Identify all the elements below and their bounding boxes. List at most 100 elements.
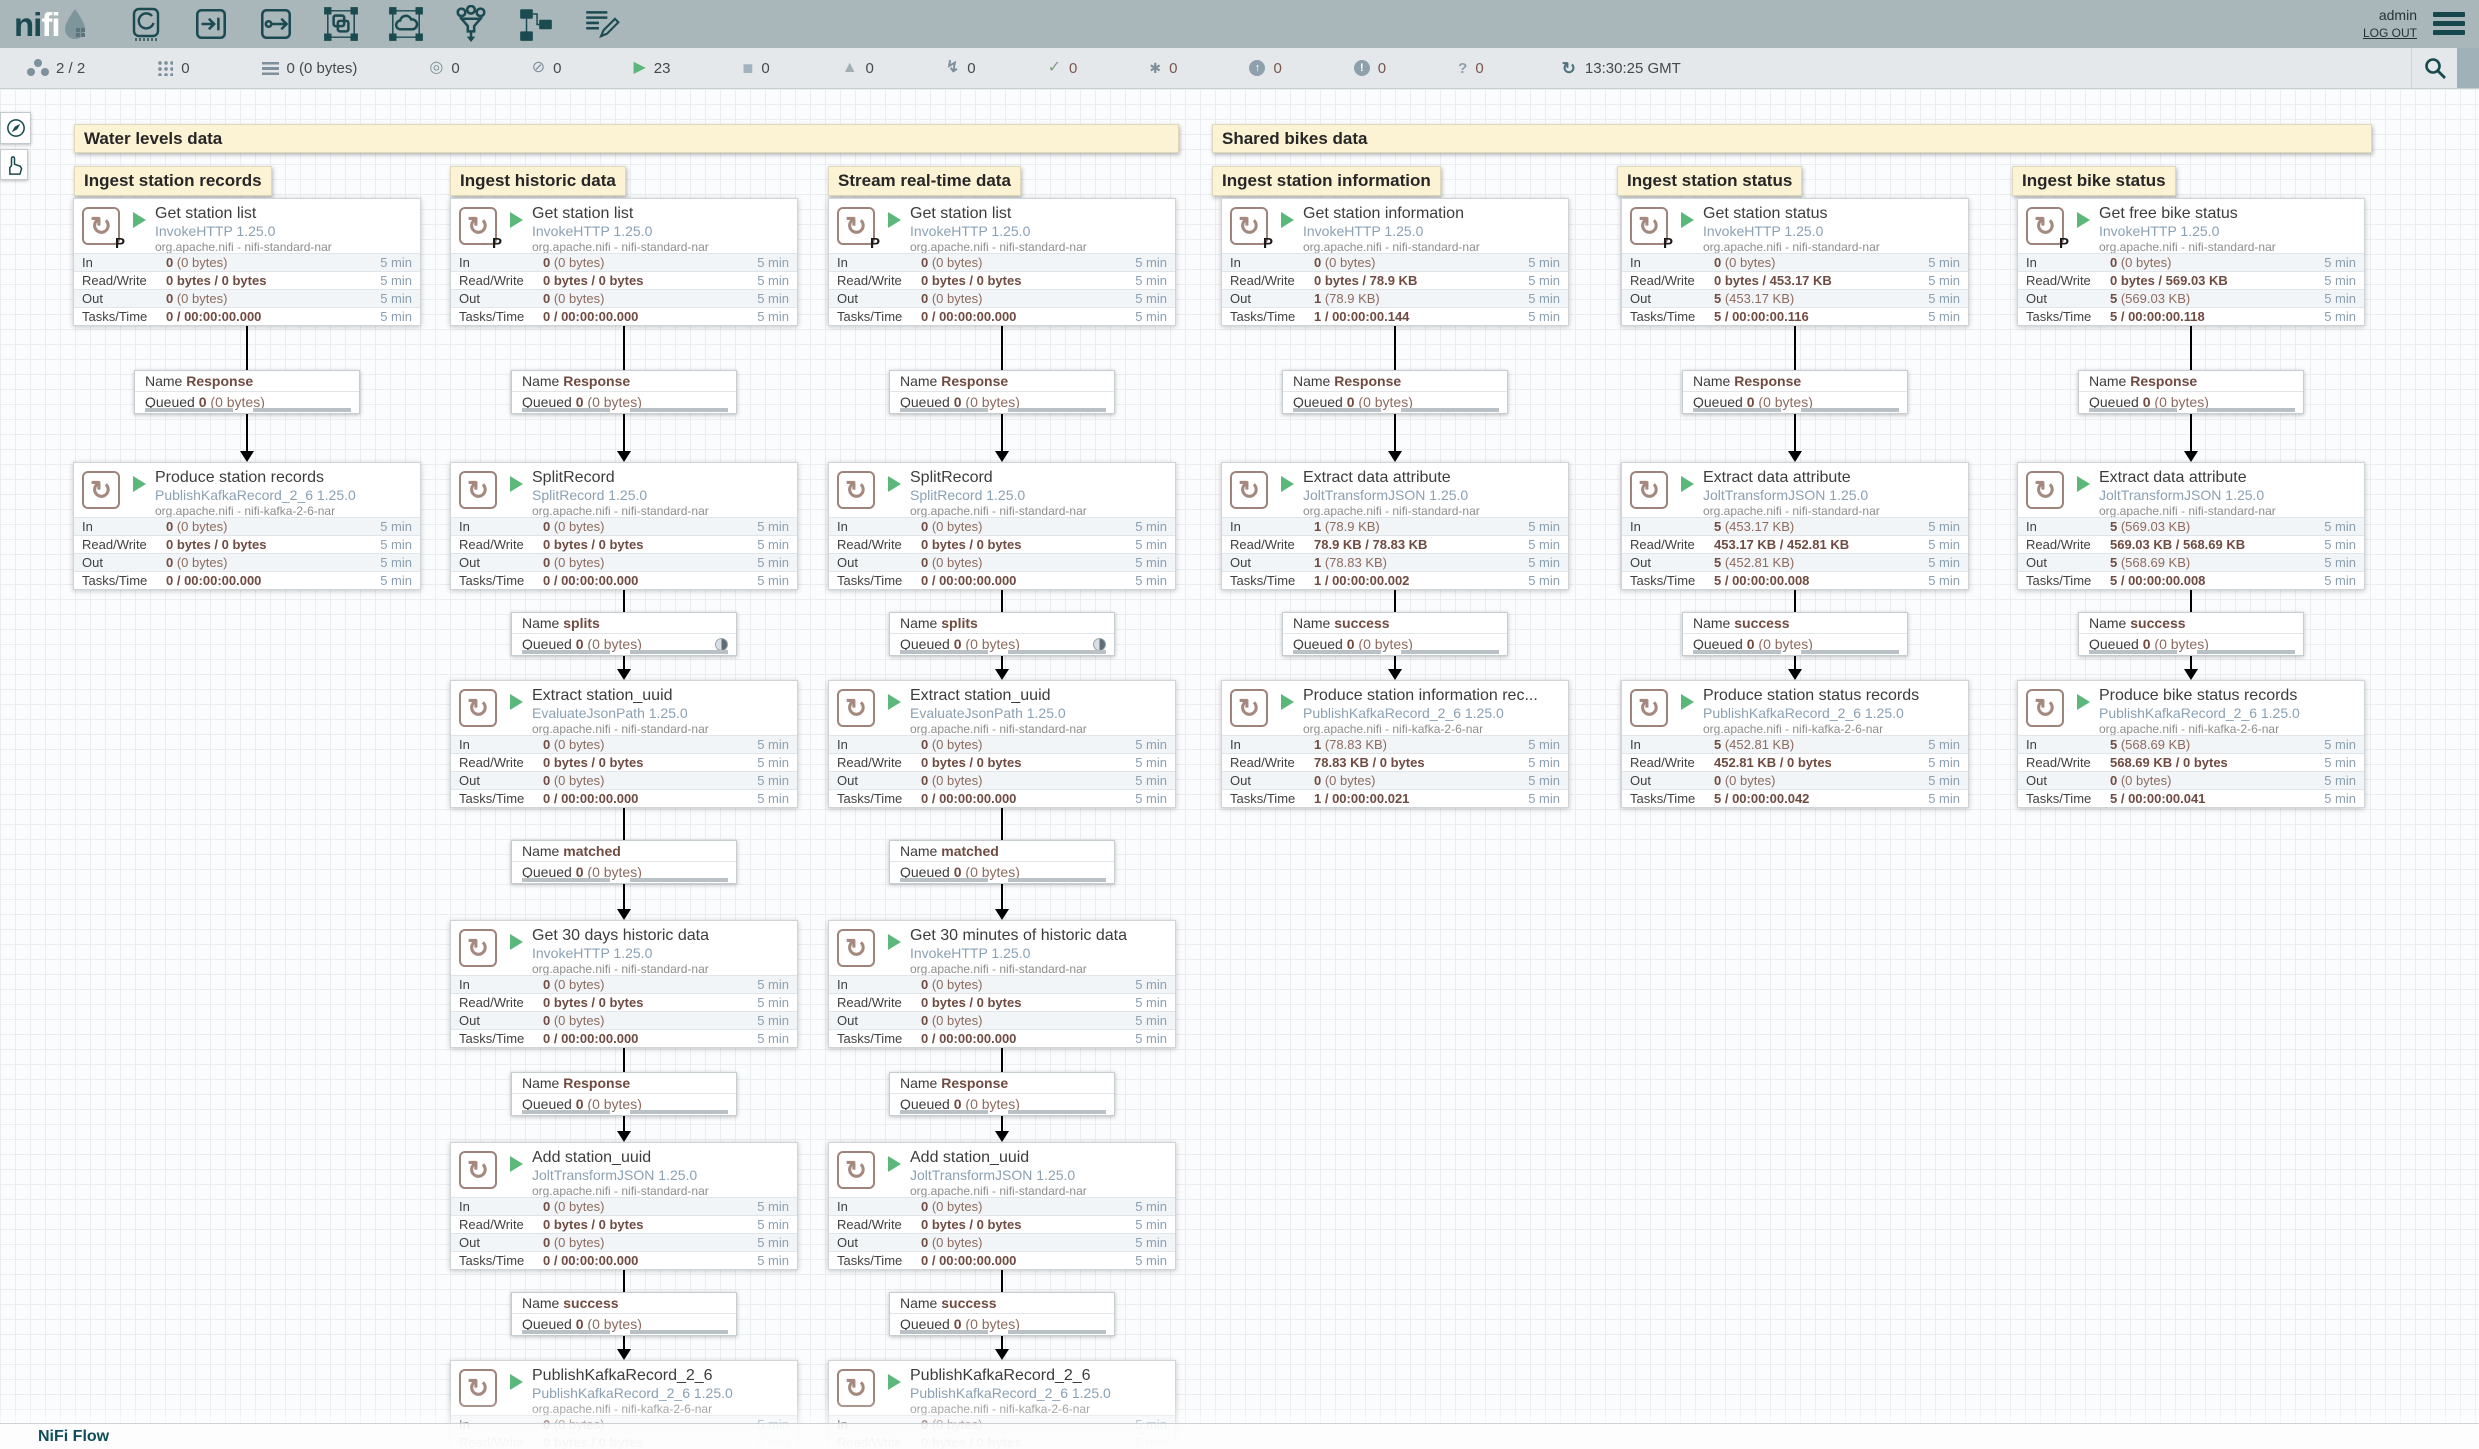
- flow-label[interactable]: Ingest station records: [74, 166, 272, 196]
- processor-node[interactable]: P Get free bike status InvokeHTTP 1.25.0…: [2017, 198, 2365, 326]
- connection-label[interactable]: Name Response Queued 0 (0 bytes): [1282, 370, 1508, 414]
- global-menu-icon[interactable]: [2433, 8, 2465, 39]
- flow-canvas[interactable]: Water levels data Shared bikes data Ingest…: [0, 89, 2479, 1449]
- processor-node[interactable]: Extract data attribute JoltTransformJSON…: [1221, 462, 1569, 590]
- stat-label: Read/Write: [459, 1217, 543, 1232]
- stat-label: In: [1630, 519, 1714, 534]
- processor-type: JoltTransformJSON 1.25.0: [532, 1167, 797, 1184]
- stat-value: 0 (0 bytes): [543, 773, 757, 788]
- processor-icon: P: [82, 207, 120, 245]
- funnel-tool-icon[interactable]: [451, 4, 491, 44]
- refresh-icon[interactable]: [1562, 60, 1576, 77]
- queue-size-bar: [2197, 650, 2295, 654]
- processor-node[interactable]: Extract station_uuid EvaluateJsonPath 1.…: [828, 680, 1176, 808]
- processor-node[interactable]: Get 30 days historic data InvokeHTTP 1.2…: [450, 920, 798, 1048]
- processor-name: Get station list: [532, 204, 797, 223]
- stat-value: 5 / 00:00:00.008: [1714, 573, 1928, 588]
- logout-link[interactable]: LOG OUT: [2363, 25, 2417, 41]
- connection-label[interactable]: Name splits Queued 0 (0 bytes): [511, 612, 737, 656]
- navigate-palette-button[interactable]: [0, 112, 31, 144]
- stat-window: 5 min: [1135, 273, 1167, 288]
- input-port-tool-icon[interactable]: [191, 4, 231, 44]
- processor-tool-icon[interactable]: [126, 4, 166, 44]
- connection-label[interactable]: Name success Queued 0 (0 bytes): [1282, 612, 1508, 656]
- processor-node[interactable]: P Get station list InvokeHTTP 1.25.0 org…: [828, 198, 1176, 326]
- flow-label[interactable]: Stream real-time data: [828, 166, 1021, 196]
- connection-label[interactable]: Name Response Queued 0 (0 bytes): [889, 1072, 1115, 1116]
- remote-process-group-tool-icon[interactable]: [386, 4, 426, 44]
- processor-name: Add station_uuid: [910, 1148, 1175, 1167]
- stat-value: 0 (0 bytes): [543, 555, 757, 570]
- connection-label[interactable]: Name matched Queued 0 (0 bytes): [889, 840, 1115, 884]
- processor-node[interactable]: SplitRecord SplitRecord 1.25.0 org.apach…: [828, 462, 1176, 590]
- connection-queued-row: Queued 0 (0 bytes): [1683, 392, 1907, 413]
- processor-node[interactable]: Extract station_uuid EvaluateJsonPath 1.…: [450, 680, 798, 808]
- processor-node[interactable]: P Get station status InvokeHTTP 1.25.0 o…: [1621, 198, 1969, 326]
- flow-label[interactable]: Ingest bike status: [2012, 166, 2176, 196]
- processor-node[interactable]: Produce station information rec... Publi…: [1221, 680, 1569, 808]
- flow-label[interactable]: Ingest station status: [1617, 166, 1802, 196]
- processor-node[interactable]: SplitRecord SplitRecord 1.25.0 org.apach…: [450, 462, 798, 590]
- stat-label: Out: [1630, 555, 1714, 570]
- processor-node[interactable]: Extract data attribute JoltTransformJSON…: [1621, 462, 1969, 590]
- stat-row: In1 (78.9 KB)5 min: [1222, 517, 1568, 535]
- connection-label[interactable]: Name success Queued 0 (0 bytes): [511, 1292, 737, 1336]
- stat-row: Out0 (0 bytes)5 min: [1222, 771, 1568, 789]
- operate-palette-button[interactable]: [0, 149, 28, 180]
- processor-node[interactable]: Produce station status records PublishKa…: [1621, 680, 1969, 808]
- status-bar-item: 0: [429, 60, 459, 77]
- processor-node[interactable]: P Get station list InvokeHTTP 1.25.0 org…: [73, 198, 421, 326]
- processor-titles: Get station information InvokeHTTP 1.25.…: [1303, 199, 1568, 254]
- processor-node[interactable]: P Get station information InvokeHTTP 1.2…: [1221, 198, 1569, 326]
- processor-node[interactable]: Extract data attribute JoltTransformJSON…: [2017, 462, 2365, 590]
- search-button[interactable]: [2411, 48, 2457, 88]
- processor-node[interactable]: P Get station list InvokeHTTP 1.25.0 org…: [450, 198, 798, 326]
- status-value: 0 (0 bytes): [287, 60, 358, 77]
- connection-label[interactable]: Name success Queued 0 (0 bytes): [889, 1292, 1115, 1336]
- processor-header: P Get station list InvokeHTTP 1.25.0 org…: [74, 199, 420, 254]
- connection-label[interactable]: Name Response Queued 0 (0 bytes): [511, 1072, 737, 1116]
- stat-row: Out1 (78.9 KB)5 min: [1222, 289, 1568, 307]
- stat-row: In0 (0 bytes)5 min: [2018, 253, 2364, 271]
- stat-row: In0 (0 bytes)5 min: [1622, 253, 1968, 271]
- stat-row: In0 (0 bytes)5 min: [451, 975, 797, 993]
- connection-label[interactable]: Name Response Queued 0 (0 bytes): [511, 370, 737, 414]
- connection-label[interactable]: Name success Queued 0 (0 bytes): [1682, 612, 1908, 656]
- processor-node[interactable]: Produce station records PublishKafkaReco…: [73, 462, 421, 590]
- connection-label[interactable]: Name Response Queued 0 (0 bytes): [2078, 370, 2304, 414]
- stat-row: Read/Write0 bytes / 0 bytes5 min: [829, 1215, 1175, 1233]
- processor-node[interactable]: Add station_uuid JoltTransformJSON 1.25.…: [450, 1142, 798, 1270]
- stat-value: 5 (568.69 KB): [2110, 737, 2324, 752]
- connection-name-value: Response: [941, 373, 1008, 389]
- stat-window: 5 min: [757, 1031, 789, 1046]
- connection-label[interactable]: Name splits Queued 0 (0 bytes): [889, 612, 1115, 656]
- process-group-tool-icon[interactable]: [321, 4, 361, 44]
- connection-label[interactable]: Name Response Queued 0 (0 bytes): [134, 370, 360, 414]
- processor-node[interactable]: Produce bike status records PublishKafka…: [2017, 680, 2365, 808]
- running-status-icon: [510, 934, 523, 950]
- connection-label[interactable]: Name matched Queued 0 (0 bytes): [511, 840, 737, 884]
- flow-label[interactable]: Water levels data: [74, 124, 1179, 153]
- breadcrumb-root[interactable]: NiFi Flow: [38, 1428, 109, 1446]
- processor-node[interactable]: Add station_uuid JoltTransformJSON 1.25.…: [828, 1142, 1176, 1270]
- connection-label[interactable]: Name success Queued 0 (0 bytes): [2078, 612, 2304, 656]
- label-tool-icon[interactable]: [581, 4, 621, 44]
- output-port-tool-icon[interactable]: [256, 4, 296, 44]
- processor-header: Extract station_uuid EvaluateJsonPath 1.…: [829, 681, 1175, 736]
- stat-value: 5 / 00:00:00.118: [2110, 309, 2324, 324]
- flow-label[interactable]: Ingest historic data: [450, 166, 626, 196]
- stat-value: 0 / 00:00:00.000: [921, 309, 1135, 324]
- processor-node[interactable]: Get 30 minutes of historic data InvokeHT…: [828, 920, 1176, 1048]
- connection-label[interactable]: Name Response Queued 0 (0 bytes): [1682, 370, 1908, 414]
- stat-value: 0 bytes / 0 bytes: [543, 1217, 757, 1232]
- template-tool-icon[interactable]: [516, 4, 556, 44]
- connection-label[interactable]: Name Response Queued 0 (0 bytes): [889, 370, 1115, 414]
- stat-row: Tasks/Time0 / 00:00:00.0005 min: [451, 789, 797, 807]
- stat-label: Read/Write: [459, 273, 543, 288]
- stat-row: Tasks/Time1 / 00:00:00.0215 min: [1222, 789, 1568, 807]
- primary-node-badge: P: [115, 235, 125, 252]
- flow-label[interactable]: Ingest station information: [1212, 166, 1441, 196]
- stat-row: Out0 (0 bytes)5 min: [451, 289, 797, 307]
- flow-label[interactable]: Shared bikes data: [1212, 124, 2372, 153]
- stat-label: Tasks/Time: [837, 573, 921, 588]
